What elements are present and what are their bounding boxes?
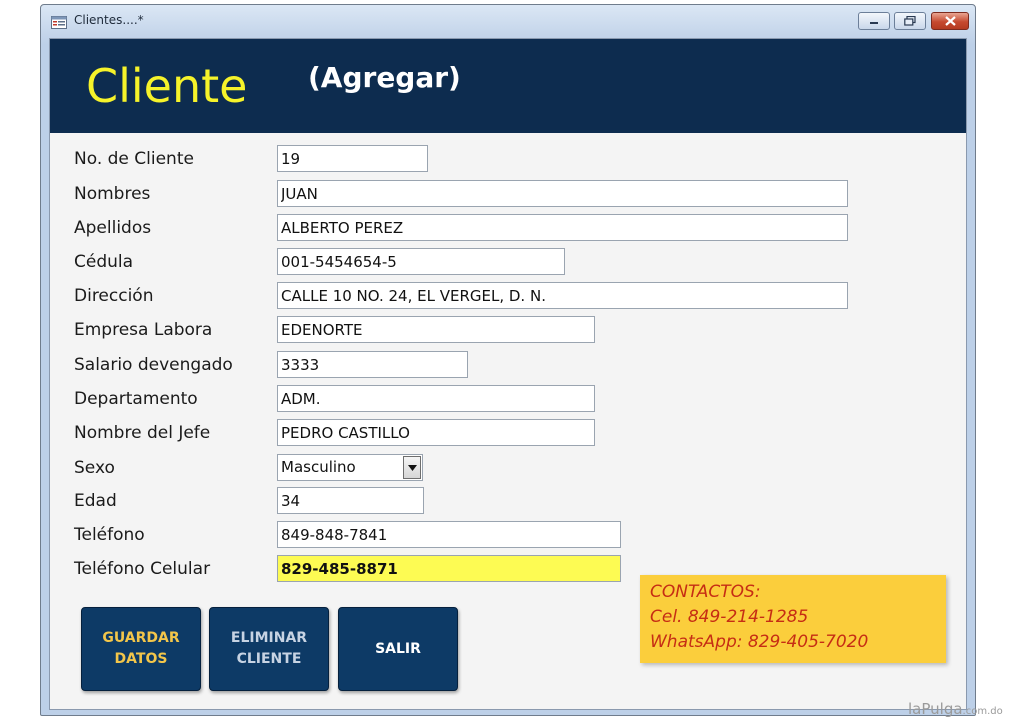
- label-id-number: Cédula: [74, 252, 134, 272]
- sex-select[interactable]: Masculino: [277, 454, 423, 481]
- chevron-down-icon: [407, 464, 417, 471]
- watermark-suffix: .com.do: [962, 706, 1003, 717]
- contact-cell: Cel. 849-214-1285: [650, 607, 809, 627]
- boss-name-input[interactable]: [277, 419, 595, 446]
- cell-phone-input[interactable]: [277, 555, 621, 582]
- label-boss-name: Nombre del Jefe: [74, 423, 211, 443]
- save-button-label: GUARDAR DATOS: [102, 630, 180, 667]
- sex-select-value: Masculino: [281, 458, 356, 476]
- label-salary: Salario devengado: [74, 355, 233, 375]
- watermark-brand: laPulga: [908, 700, 963, 718]
- restore-button[interactable]: [894, 12, 926, 30]
- title-bar[interactable]: Clientes....*: [41, 5, 975, 35]
- form-icon: [51, 14, 67, 29]
- contact-box: CONTACTOS: Cel. 849-214-1285 WhatsApp: 8…: [640, 575, 946, 663]
- restore-icon: [904, 16, 916, 26]
- department-input[interactable]: [277, 385, 595, 412]
- last-names-input[interactable]: [277, 214, 848, 241]
- contact-whatsapp: WhatsApp: 829-405-7020: [650, 632, 869, 652]
- label-first-names: Nombres: [74, 184, 151, 204]
- label-last-names: Apellidos: [74, 218, 152, 238]
- close-button[interactable]: [931, 12, 969, 30]
- label-client-number: No. de Cliente: [74, 149, 194, 169]
- page-title: Cliente: [86, 59, 248, 113]
- exit-button[interactable]: SALIR: [338, 607, 458, 691]
- label-address: Dirección: [74, 286, 154, 306]
- employer-input[interactable]: [277, 316, 595, 343]
- minimize-icon: [870, 22, 878, 24]
- first-names-input[interactable]: [277, 180, 848, 207]
- label-age: Edad: [74, 491, 117, 511]
- label-cell-phone: Teléfono Celular: [74, 559, 211, 579]
- label-employer: Empresa Labora: [74, 320, 213, 340]
- form-body: Cliente (Agregar) No. de Cliente Nombres…: [49, 38, 967, 710]
- minimize-button[interactable]: [858, 12, 890, 30]
- label-phone: Teléfono: [74, 525, 145, 545]
- label-sex: Sexo: [74, 458, 115, 478]
- salary-input[interactable]: [277, 351, 468, 378]
- address-input[interactable]: [277, 282, 848, 309]
- window-title: Clientes....*: [74, 13, 144, 27]
- header-band: Cliente (Agregar): [50, 39, 966, 133]
- delete-button-label: ELIMINAR CLIENTE: [230, 630, 308, 667]
- delete-client-button[interactable]: ELIMINAR CLIENTE: [209, 607, 329, 691]
- exit-button-label: SALIR: [375, 640, 421, 657]
- close-icon: [944, 16, 956, 26]
- dropdown-arrow-button[interactable]: [403, 456, 421, 479]
- id-number-input[interactable]: [277, 248, 565, 275]
- watermark: laPulga.com.do: [908, 700, 1003, 718]
- client-number-input[interactable]: [277, 145, 428, 172]
- form-window: Clientes....* Cliente (Agregar) No. de C…: [40, 4, 976, 716]
- save-button[interactable]: GUARDAR DATOS: [81, 607, 201, 691]
- label-department: Departamento: [74, 389, 198, 409]
- phone-input[interactable]: [277, 521, 621, 548]
- age-input[interactable]: [277, 487, 424, 514]
- contact-heading: CONTACTOS:: [650, 582, 761, 602]
- form-mode: (Agregar): [308, 61, 461, 94]
